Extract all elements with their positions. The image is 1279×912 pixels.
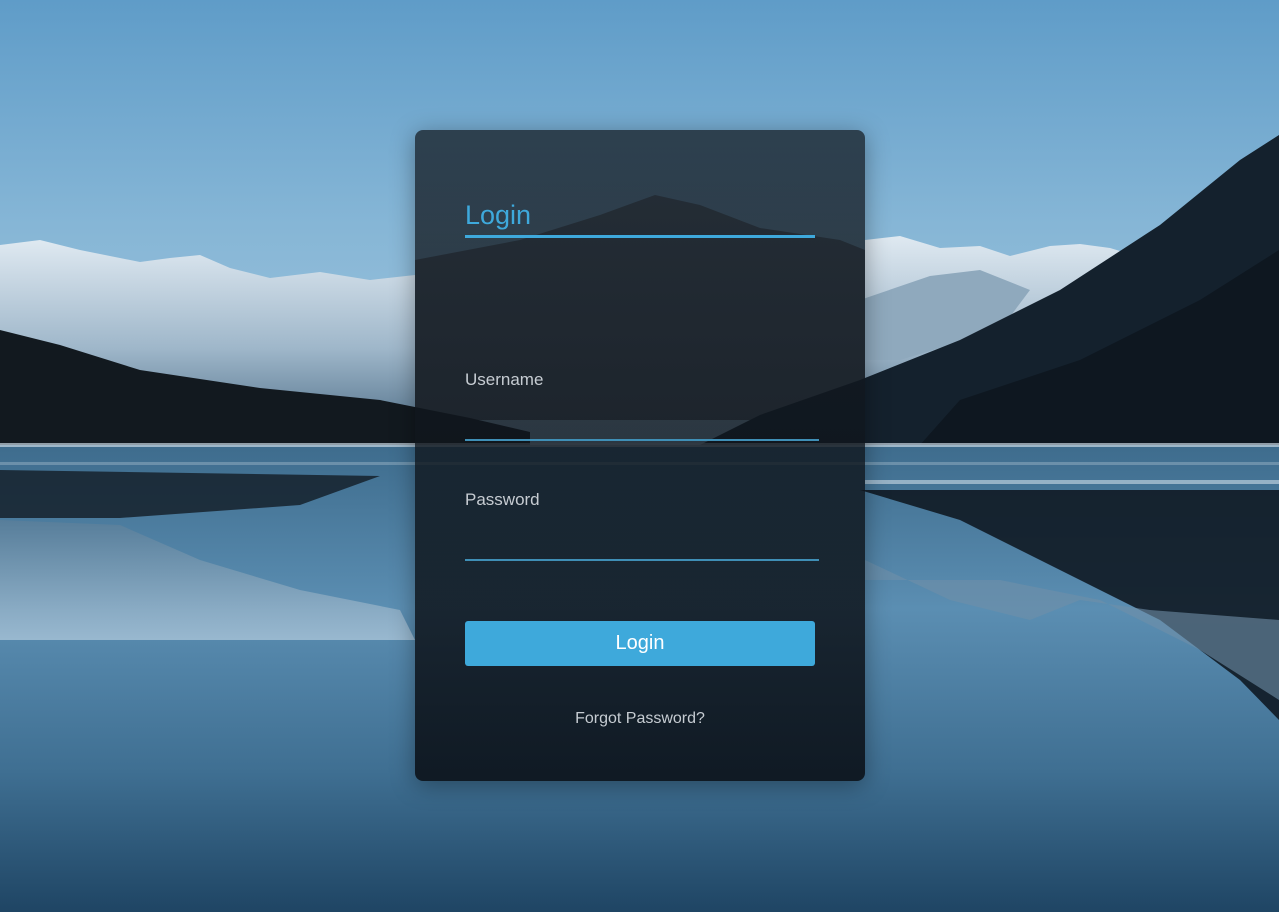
- username-label: Username: [465, 370, 544, 389]
- password-input[interactable]: [465, 531, 819, 561]
- login-title: Login: [465, 198, 815, 238]
- username-input[interactable]: [465, 411, 819, 441]
- forgot-password-link[interactable]: Forgot Password?: [415, 710, 865, 728]
- login-card: Login Username Password Login Forgot Pas…: [415, 130, 865, 781]
- login-button[interactable]: Login: [465, 621, 815, 666]
- password-label: Password: [465, 490, 540, 509]
